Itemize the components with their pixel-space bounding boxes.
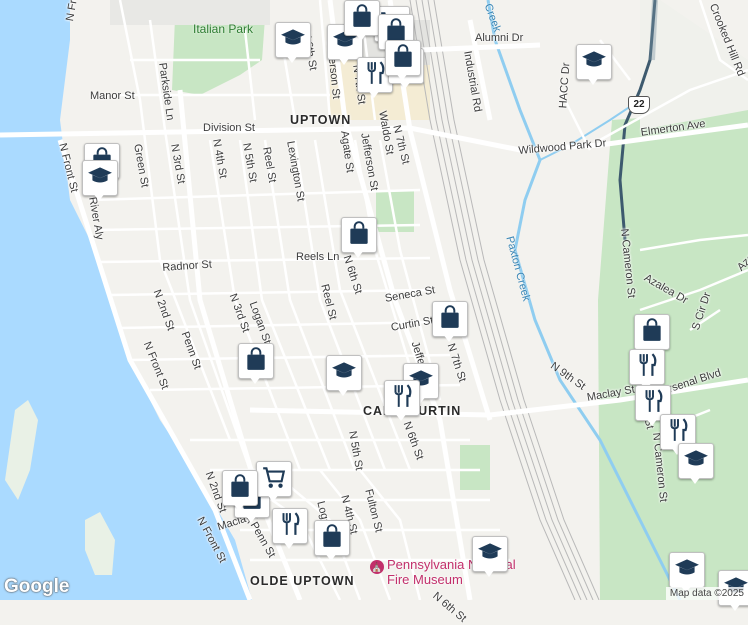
map-marker-shopping-bag[interactable] (385, 40, 421, 82)
map-marker-shopping-cart[interactable] (256, 461, 292, 503)
school-icon (87, 163, 113, 194)
shopping-cart-icon (261, 464, 287, 495)
shopping-bag-icon (390, 43, 416, 74)
map-marker-school[interactable] (472, 536, 508, 578)
map-marker-shopping-bag[interactable] (238, 343, 274, 385)
area-label-uptown: UPTOWN (290, 113, 352, 127)
school-icon (280, 25, 306, 56)
school-icon (674, 555, 700, 586)
map-attribution[interactable]: Map data ©2025 (665, 587, 748, 600)
street-label: Manor St (90, 90, 135, 102)
map-marker-shopping-bag[interactable] (222, 470, 258, 512)
map-marker-school[interactable] (275, 22, 311, 64)
map-marker-shopping-bag[interactable] (341, 217, 377, 259)
street-label: Alumni Dr (475, 32, 524, 44)
map-marker-school[interactable] (326, 355, 362, 397)
shopping-bag-icon (319, 523, 345, 554)
map-marker-shopping-bag[interactable] (432, 301, 468, 343)
restaurant-icon (634, 352, 660, 383)
map-marker-school[interactable] (576, 44, 612, 86)
map-marker-restaurant[interactable] (384, 380, 420, 422)
map-marker-shopping-bag[interactable] (314, 520, 350, 562)
park-area (460, 445, 490, 490)
restaurant-icon (277, 511, 303, 542)
shopping-bag-icon (437, 304, 463, 335)
shopping-bag-icon (349, 3, 375, 34)
map-marker-restaurant[interactable] (272, 508, 308, 550)
poi-italian-park[interactable]: Italian Park (193, 22, 253, 36)
google-logo: Google (4, 576, 70, 597)
school-icon (581, 47, 607, 78)
shopping-bag-icon (243, 346, 269, 377)
area-label-olde-uptown: OLDE UPTOWN (250, 574, 355, 588)
shopping-bag-icon (227, 473, 253, 504)
shopping-bag-icon (639, 317, 665, 348)
street-label: Reels Ln (296, 251, 340, 263)
route-22-shield: 22 (628, 96, 650, 114)
poi-fire-museum-line2: Fire Museum (387, 572, 463, 587)
school-icon (683, 446, 709, 477)
map-marker-school[interactable] (678, 443, 714, 485)
school-icon (331, 358, 357, 389)
museum-icon: ⛪ (370, 560, 384, 574)
restaurant-icon (389, 383, 415, 414)
street-label: Division St (203, 122, 255, 134)
school-icon (477, 539, 503, 570)
map-marker-shopping-bag[interactable] (344, 0, 380, 42)
shopping-bag-icon (346, 220, 372, 251)
map-marker-school[interactable] (82, 160, 118, 202)
